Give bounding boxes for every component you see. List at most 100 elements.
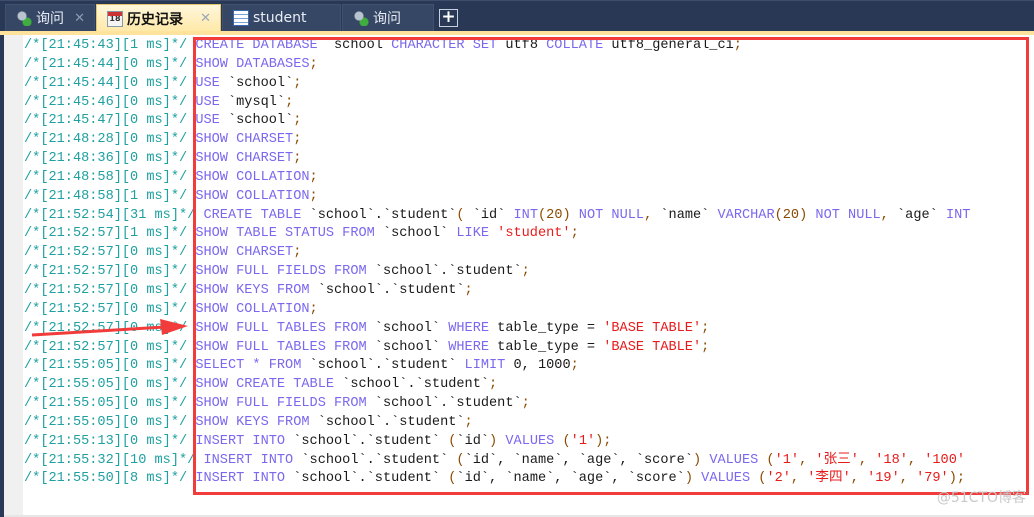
timestamp-comment: /*[21:52:57][0 ms]*/ [24,339,188,355]
timestamp-comment: /*[21:48:28][0 ms]*/ [24,132,188,148]
sql-token: WHERE [448,339,498,355]
history-line[interactable]: /*[21:52:57][0 ms]*/ SHOW CHARSET; [24,244,970,263]
timestamp-comment: /*[21:45:43][1 ms]*/ [24,38,188,53]
history-line[interactable]: /*[21:52:57][0 ms]*/ SHOW COLLATION; [24,301,970,320]
sql-token: `school` [374,320,449,336]
timestamp-comment: /*[21:55:05][0 ms]*/ [24,396,188,412]
history-line[interactable]: /*[21:52:54][31 ms]*/ CREATE TABLE `scho… [24,207,970,226]
history-line[interactable]: /*[21:52:57][0 ms]*/ SHOW KEYS FROM `sch… [24,282,970,301]
history-editor[interactable]: /*[21:45:43][1 ms]*/ CREATE DATABASE `sc… [4,35,1034,517]
timestamp-comment: /*[21:52:57][0 ms]*/ [24,264,188,280]
timestamp-comment: /*[21:52:57][0 ms]*/ [24,301,188,317]
sql-token: SELECT * FROM [195,358,310,374]
tab-student[interactable]: student [222,4,341,31]
sql-token: '张三' [815,452,859,468]
sql-token: ; [570,226,579,242]
sql-token: (20) [538,207,579,223]
sql-token: '1' [570,433,596,449]
history-line[interactable]: /*[21:45:44][0 ms]*/ USE `school`; [24,75,970,94]
tab-query-2[interactable]: 询问 [342,4,434,31]
sql-token: ; [285,94,294,110]
sql-token: VALUES [709,452,767,468]
sql-token: SHOW FULL FIELDS FROM [195,264,375,280]
tab-history[interactable]: 18 历史记录 ✕ [96,4,221,32]
sql-token: ); [948,471,966,487]
sql-token: SHOW FULL TABLES FROM [195,320,375,336]
close-icon[interactable]: ✕ [74,11,85,26]
sql-token: SHOW KEYS FROM [195,414,318,430]
sql-token: ; [570,358,579,374]
timestamp-comment: /*[21:48:58][0 ms]*/ [24,169,188,185]
timestamp-comment: /*[21:45:47][0 ms]*/ [24,113,188,129]
history-line[interactable]: /*[21:48:58][1 ms]*/ SHOW COLLATION; [24,188,970,207]
sql-token: `school`.`student` [301,452,457,468]
sql-token: `school`.`student` [309,207,457,223]
sql-token: , [799,452,816,468]
sql-token: INT [945,207,971,223]
history-line[interactable]: /*[21:52:57][0 ms]*/ SHOW FULL TABLES FR… [24,320,970,339]
sql-token: SHOW COLLATION [195,169,310,185]
sql-token: `age` [897,207,946,223]
sql-token: `school`.`student` [293,433,449,449]
sql-token: CHARACTER SET [391,38,506,53]
sql-token: `name` [660,207,718,223]
history-line[interactable]: /*[21:52:57][1 ms]*/ SHOW TABLE STATUS F… [24,225,970,244]
history-line[interactable]: /*[21:48:36][0 ms]*/ SHOW CHARSET; [24,150,970,169]
timestamp-comment: /*[21:52:57][0 ms]*/ [24,282,188,298]
sql-token: ; [464,414,473,430]
sql-token: INSERT INTO [195,433,294,449]
sql-token: SHOW CHARSET [195,151,294,167]
sql-token: `school` [227,75,294,91]
history-line[interactable]: /*[21:55:13][0 ms]*/ INSERT INTO `school… [24,433,970,452]
history-line[interactable]: /*[21:55:05][0 ms]*/ SHOW KEYS FROM `sch… [24,414,970,433]
tab-label: student [253,10,307,26]
history-line[interactable]: /*[21:55:05][0 ms]*/ SHOW FULL FIELDS FR… [24,395,970,414]
history-line[interactable]: /*[21:45:46][0 ms]*/ USE `mysql`; [24,94,970,113]
tab-query-1[interactable]: 询问 ✕ [5,4,95,31]
sql-token: LIKE [456,226,498,242]
sql-token: 'BASE TABLE' [603,320,702,336]
sql-token: ; [309,56,318,72]
sql-token: , [880,207,897,223]
sql-token: '18' [875,452,908,468]
sql-token: USE [195,94,228,110]
sql-token: `id` [472,207,514,223]
sql-token: `school`.`student` [374,264,522,280]
sql-token: ; [489,377,498,393]
sql-token: ); [595,433,612,449]
sql-token: COLLATE [546,38,612,53]
history-line[interactable]: /*[21:52:57][0 ms]*/ SHOW FULL TABLES FR… [24,339,970,358]
timestamp-comment: /*[21:52:54][31 ms]*/ [24,207,196,223]
sql-token: 0, 1000 [513,358,571,374]
history-line[interactable]: /*[21:55:50][8 ms]*/ INSERT INTO `school… [24,470,970,489]
close-icon[interactable]: ✕ [200,11,211,26]
sql-token: SHOW CHARSET [195,132,294,148]
sql-token: ; [464,282,473,298]
history-line[interactable]: /*[21:55:32][10 ms]*/ INSERT INTO `schoo… [24,452,970,471]
history-line[interactable]: /*[21:45:47][0 ms]*/ USE `school`; [24,112,970,131]
history-line[interactable]: /*[21:55:05][0 ms]*/ SHOW CREATE TABLE `… [24,376,970,395]
sql-token: `school` [382,226,457,242]
history-line[interactable]: /*[21:48:28][0 ms]*/ SHOW CHARSET; [24,131,970,150]
sql-token: ( [766,452,775,468]
sql-token: SHOW KEYS FROM [195,282,318,298]
sql-token: `school` [374,339,449,355]
sql-token: CREATE DATABASE [195,38,326,53]
add-tab-button[interactable]: + [439,9,458,27]
timestamp-comment: /*[21:52:57][1 ms]*/ [24,226,188,242]
history-line[interactable]: /*[21:48:58][0 ms]*/ SHOW COLLATION; [24,169,970,188]
sql-token: ) [692,452,710,468]
sql-token: ; [733,38,742,53]
sql-token: SHOW FULL FIELDS FROM [195,396,375,412]
timestamp-comment: /*[21:48:58][1 ms]*/ [24,188,188,204]
history-line[interactable]: /*[21:52:57][0 ms]*/ SHOW FULL FIELDS FR… [24,263,970,282]
sql-token: 'BASE TABLE' [603,339,702,355]
timestamp-comment: /*[21:55:32][10 ms]*/ [24,452,196,468]
table-icon [233,10,249,26]
history-line[interactable]: /*[21:55:05][0 ms]*/ SELECT * FROM `scho… [24,357,970,376]
history-line[interactable]: /*[21:45:43][1 ms]*/ CREATE DATABASE `sc… [24,37,970,56]
history-line[interactable]: /*[21:45:44][0 ms]*/ SHOW DATABASES; [24,56,970,75]
timestamp-comment: /*[21:55:05][0 ms]*/ [24,377,188,393]
sql-token: VALUES [701,471,759,487]
sql-token: ) [684,471,702,487]
